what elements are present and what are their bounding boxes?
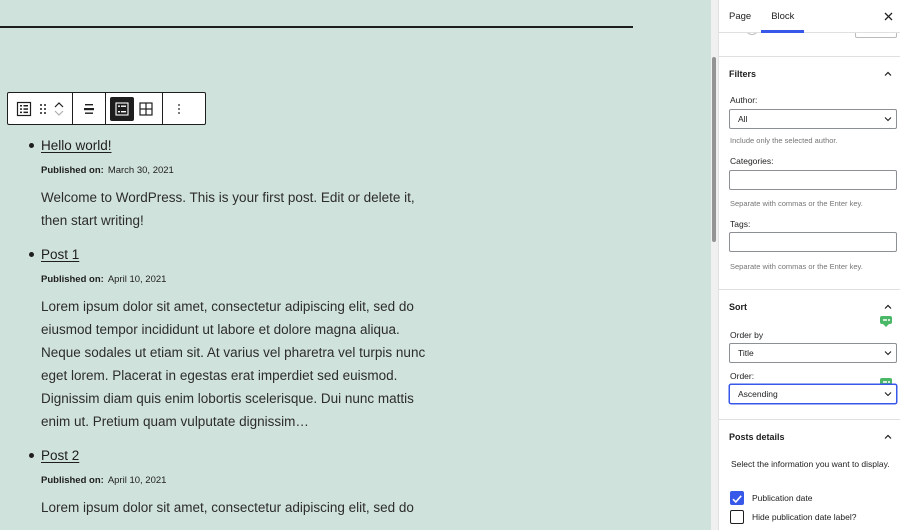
published-label: Published on: xyxy=(41,475,104,486)
chevron-down-icon xyxy=(880,350,896,356)
filters-panel-header[interactable]: Filters xyxy=(719,57,900,91)
control-remnant xyxy=(745,33,759,35)
post-excerpt: Lorem ipsum dolor sit amet, consectetur … xyxy=(41,500,414,515)
author-label: Author: xyxy=(730,95,758,105)
list-item: Post 2 Published on: April 10, 2021 Lorem… xyxy=(28,447,428,519)
bullet xyxy=(29,143,34,148)
move-up-icon[interactable] xyxy=(54,101,64,109)
categories-help: Separate with commas or the Enter key. xyxy=(730,199,863,208)
post-excerpt: Lorem ipsum dolor sit amet, consectetur … xyxy=(41,299,426,429)
order-by-select[interactable]: Title xyxy=(729,343,897,363)
sidebar-tabs: Page Block xyxy=(719,0,900,33)
comment-bubble-icon[interactable] xyxy=(880,316,892,327)
published-label: Published on: xyxy=(41,274,104,285)
tags-help: Separate with commas or the Enter key. xyxy=(730,262,863,271)
post-date: April 10, 2021 xyxy=(107,475,167,486)
checkmark-icon xyxy=(732,495,742,504)
toolbar-group-more xyxy=(163,93,195,124)
tags-label: Tags: xyxy=(730,219,751,229)
chevron-down-icon xyxy=(880,391,896,397)
categories-input[interactable] xyxy=(729,170,897,190)
sort-panel: Sort Order by Title Order: Ascending xyxy=(719,290,900,420)
hide-date-label-checkbox[interactable] xyxy=(730,510,744,524)
posts-details-panel-header[interactable]: Posts details xyxy=(719,420,900,454)
tab-block[interactable]: Block xyxy=(761,0,805,33)
chevron-down-icon xyxy=(880,116,896,122)
sort-panel-header[interactable]: Sort xyxy=(719,290,900,324)
posts-details-description: Select the information you want to displ… xyxy=(731,459,890,469)
chevron-up-icon[interactable] xyxy=(883,302,893,312)
order-label: Order: xyxy=(730,371,755,381)
more-options-icon[interactable] xyxy=(167,97,191,121)
post-date: March 30, 2021 xyxy=(107,165,174,176)
order-by-select-value: Title xyxy=(738,348,754,358)
post-title-link[interactable]: Post 2 xyxy=(41,448,79,464)
post-meta: Published on: March 30, 2021 xyxy=(41,165,428,177)
post-meta: Published on: April 10, 2021 xyxy=(41,274,428,286)
published-label: Published on: xyxy=(41,165,104,176)
block-mover xyxy=(50,94,68,124)
order-select-value: Ascending xyxy=(738,389,778,399)
posts-details-panel: Posts details Select the information you… xyxy=(719,420,900,530)
post-date: April 10, 2021 xyxy=(107,274,167,285)
order-by-label: Order by xyxy=(730,330,764,340)
drag-handle-icon[interactable] xyxy=(36,97,50,121)
align-icon[interactable] xyxy=(77,97,101,121)
chevron-up-icon[interactable] xyxy=(883,432,893,442)
panel-title: Filters xyxy=(729,69,757,79)
tab-page[interactable]: Page xyxy=(719,0,761,32)
tags-input[interactable] xyxy=(729,232,897,252)
move-down-icon[interactable] xyxy=(54,109,64,117)
author-help: Include only the selected author. xyxy=(730,136,838,145)
grid-layout-icon[interactable] xyxy=(134,97,158,121)
bullet xyxy=(29,453,34,458)
latest-posts-list: Hello world! Published on: March 30, 2021… xyxy=(28,137,428,519)
editor-canvas[interactable]: Hello world! Published on: March 30, 2021… xyxy=(0,0,712,530)
settings-sidebar: Page Block Filters Author: All Include o… xyxy=(718,0,900,530)
previous-panel-remnant xyxy=(719,33,900,57)
filters-panel: Filters Author: All Include only the sel… xyxy=(719,57,900,290)
separator-line xyxy=(0,26,633,28)
list-view-icon[interactable] xyxy=(12,97,36,121)
publication-date-label: Publication date xyxy=(752,493,813,503)
block-toolbar xyxy=(7,92,206,125)
panel-title: Posts details xyxy=(729,432,785,442)
list-item: Post 1 Published on: April 10, 2021 Lorem… xyxy=(28,246,428,433)
toolbar-group-align xyxy=(73,93,106,124)
toolbar-group-layout xyxy=(106,93,163,124)
categories-label: Categories: xyxy=(730,156,774,166)
post-title-link[interactable]: Post 1 xyxy=(41,247,79,263)
author-select-value: All xyxy=(738,114,748,124)
list-item: Hello world! Published on: March 30, 2021… xyxy=(28,137,428,232)
post-meta: Published on: April 10, 2021 xyxy=(41,475,428,487)
bullet xyxy=(29,252,34,257)
canvas-scrollbar-thumb[interactable] xyxy=(712,57,716,242)
order-select[interactable]: Ascending xyxy=(729,384,897,404)
hide-date-label-label: Hide publication date label? xyxy=(752,512,857,522)
post-excerpt: Welcome to WordPress. This is your first… xyxy=(41,190,415,228)
publication-date-checkbox[interactable] xyxy=(730,491,744,505)
control-remnant xyxy=(855,33,897,38)
panel-title: Sort xyxy=(729,302,747,312)
chevron-up-icon[interactable] xyxy=(883,69,893,79)
list-layout-icon[interactable] xyxy=(110,96,134,121)
toolbar-group-parent xyxy=(8,93,73,124)
post-title-link[interactable]: Hello world! xyxy=(41,138,112,154)
author-select[interactable]: All xyxy=(729,109,897,129)
close-icon[interactable] xyxy=(881,9,895,23)
